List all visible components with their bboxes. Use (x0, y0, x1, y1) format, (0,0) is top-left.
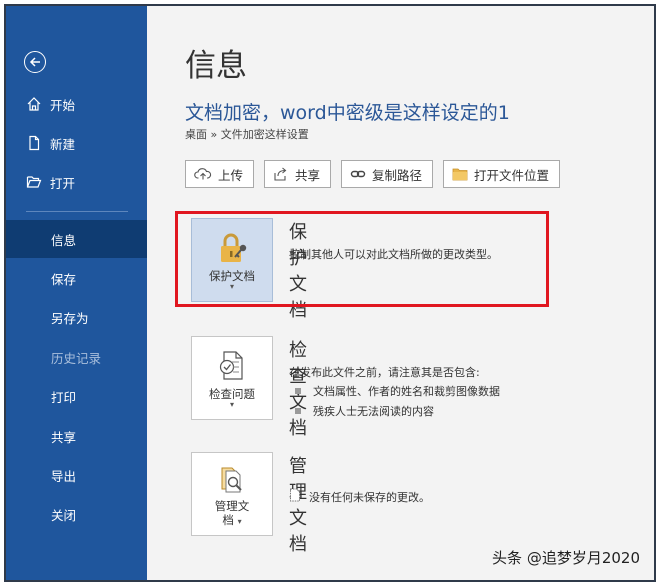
link-icon (350, 170, 366, 178)
manage-document-icon (217, 463, 247, 497)
sidebar-item-label: 关闭 (51, 507, 77, 523)
sidebar-item-new[interactable]: 新建 (6, 125, 147, 161)
sidebar-item-info[interactable]: 信息 (6, 220, 147, 258)
inspect-bullet-item: 残疾人士无法阅读的内容 (289, 403, 434, 419)
bullet-square-icon (295, 388, 301, 394)
sidebar-item-export[interactable]: 导出 (6, 457, 147, 493)
share-label: 共享 (295, 167, 321, 183)
home-icon (24, 94, 44, 114)
share-icon (274, 167, 287, 181)
breadcrumb: 桌面 » 文件加密这样设置 (185, 128, 309, 141)
red-highlight-box (175, 211, 549, 307)
chevron-down-icon: ▾ (237, 517, 242, 526)
sidebar-item-label: 信息 (51, 232, 77, 248)
sidebar-item-label: 共享 (51, 429, 77, 445)
sidebar-item-label: 导出 (51, 468, 77, 484)
page-title: 信息 (185, 48, 247, 84)
manage-document-description: 没有任何未保存的更改。 (309, 490, 430, 504)
inspect-bullet-item: 文档属性、作者的姓名和裁剪图像数据 (289, 383, 500, 399)
sidebar-item-label: 新建 (50, 136, 76, 152)
inspect-document-icon (217, 349, 247, 383)
manage-document-tile-label-line1: 管理文 (214, 499, 250, 513)
backstage-sidebar: 开始 新建 打开 信息 保存 另存为 历史记录 打印 共享 导出 关闭 (6, 6, 147, 580)
sidebar-item-label: 历史记录 (51, 350, 102, 366)
sidebar-item-share[interactable]: 共享 (6, 418, 147, 454)
open-file-location-label: 打开文件位置 (474, 167, 550, 183)
sidebar-item-history: 历史记录 (6, 339, 147, 375)
sidebar-item-label: 开始 (50, 97, 76, 113)
sidebar-item-label: 打印 (51, 389, 77, 405)
chevron-down-icon: ▾ (229, 400, 234, 409)
sidebar-item-open[interactable]: 打开 (6, 164, 147, 200)
back-button[interactable] (24, 51, 46, 73)
upload-label: 上传 (218, 167, 244, 183)
inspect-document-description: 在发布此文件之前，请注意其是否包含: (289, 366, 480, 379)
manage-document-tile-label-line2: 档 (222, 513, 234, 527)
sidebar-item-print[interactable]: 打印 (6, 378, 147, 414)
open-file-location-button[interactable]: 打开文件位置 (443, 160, 561, 188)
manage-document-tile-label: 管理文 档 ▾ (215, 499, 250, 527)
folder-icon (452, 168, 468, 181)
inspect-bullet-text: 残疾人士无法阅读的内容 (313, 405, 434, 418)
manage-document-status: 没有任何未保存的更改。 (289, 488, 430, 505)
sidebar-item-save[interactable]: 保存 (6, 260, 147, 296)
open-folder-icon (24, 172, 44, 192)
sidebar-item-label: 保存 (51, 271, 77, 287)
info-pane: 信息 文档加密，word中密级是这样设定的1 桌面 » 文件加密这样设置 上传 … (147, 6, 654, 580)
upload-button[interactable]: 上传 (185, 160, 255, 188)
check-for-issues-button[interactable]: 检查问题 ▾ (191, 336, 273, 420)
upload-cloud-icon (194, 168, 212, 180)
new-document-icon (24, 133, 44, 153)
copy-path-button[interactable]: 复制路径 (341, 160, 434, 188)
share-button[interactable]: 共享 (264, 160, 332, 188)
bullet-square-icon (295, 408, 301, 414)
watermark: 头条 @追梦岁月2020 (492, 549, 640, 567)
backstage-window: 开始 新建 打开 信息 保存 另存为 历史记录 打印 共享 导出 关闭 信息 文… (4, 4, 656, 582)
document-status-icon (289, 488, 301, 505)
sidebar-item-save-as[interactable]: 另存为 (6, 299, 147, 335)
check-for-issues-tile-label: 检查问题 (209, 387, 255, 401)
document-title: 文档加密，word中密级是这样设定的1 (185, 102, 510, 124)
manage-document-button[interactable]: 管理文 档 ▾ (191, 452, 273, 536)
inspect-bullet-text: 文档属性、作者的姓名和裁剪图像数据 (313, 385, 500, 398)
sidebar-item-close[interactable]: 关闭 (6, 496, 147, 532)
sidebar-divider (26, 211, 128, 212)
copy-path-label: 复制路径 (372, 167, 423, 183)
file-actions-bar: 上传 共享 复制路径 打开文件位置 (185, 160, 561, 188)
sidebar-item-label: 另存为 (51, 310, 89, 326)
sidebar-item-label: 打开 (50, 175, 76, 191)
sidebar-item-home[interactable]: 开始 (6, 86, 147, 122)
back-arrow-icon (29, 57, 40, 67)
